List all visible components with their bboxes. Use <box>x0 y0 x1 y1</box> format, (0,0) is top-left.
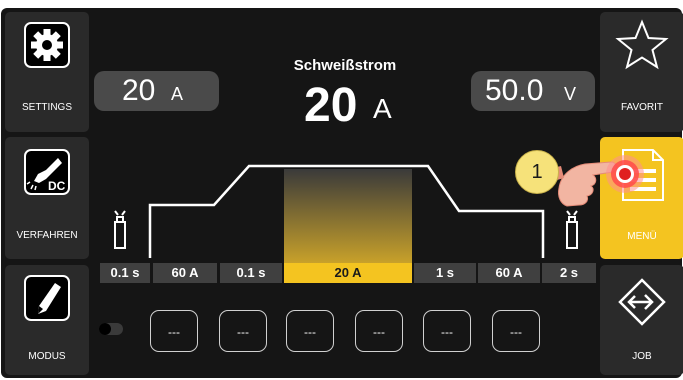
callout-marker: 1 <box>515 150 559 194</box>
tap-target-icon <box>606 155 644 193</box>
screen: SETTINGS DC VERFAHREN MODUS FAVORIT MENÜ… <box>1 8 683 378</box>
tap-overlay <box>553 155 644 207</box>
